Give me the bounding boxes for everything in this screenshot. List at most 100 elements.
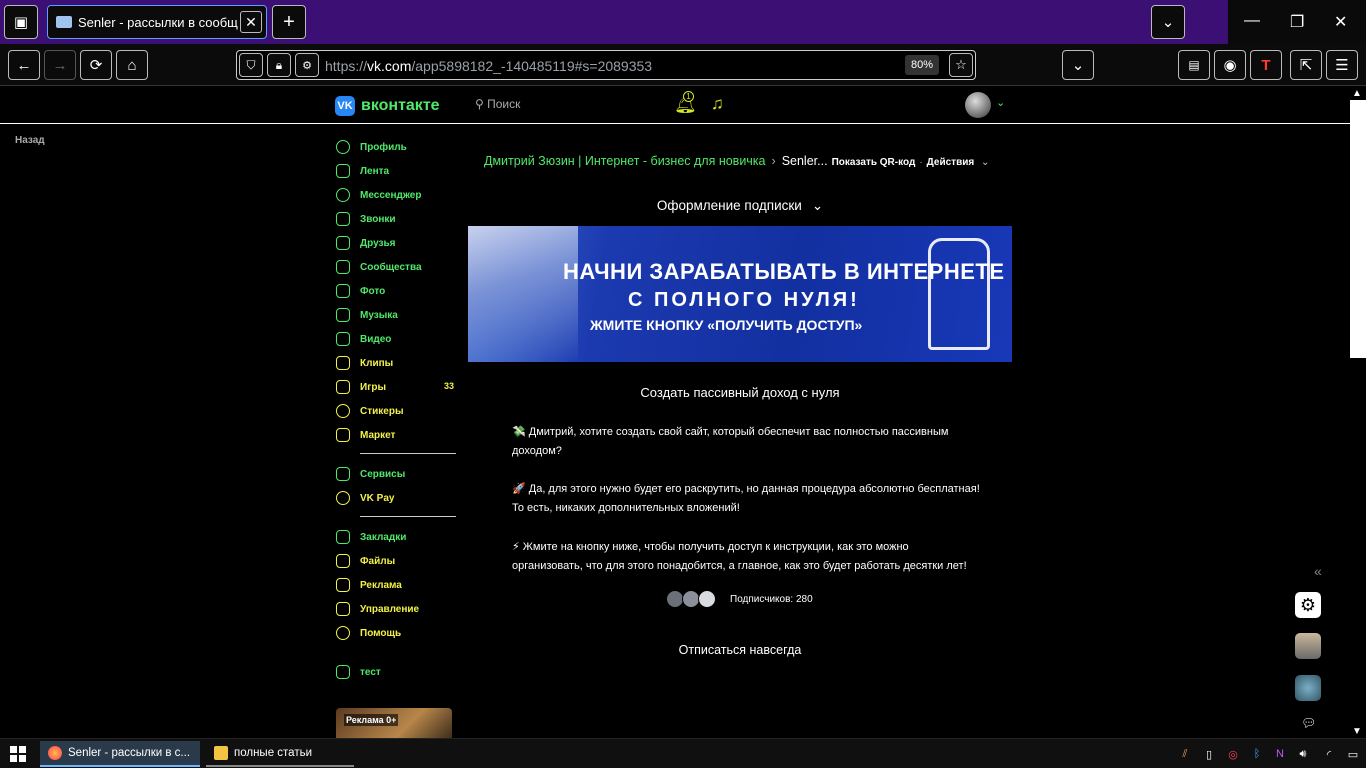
volume-icon[interactable]: 🔊︎ (1294, 745, 1312, 763)
menu-item-market[interactable]: Маркет (336, 426, 456, 444)
subscription-banner: НАЧНИ ЗАРАБАТЫВАТЬ В ИНТЕРНЕТЕ С ПОЛНОГО… (468, 226, 1012, 362)
bluetooth-icon[interactable]: ᛒ (1248, 745, 1266, 763)
reader-view-icon[interactable]: ▤ (1178, 50, 1210, 80)
pocket-icon[interactable]: ⌄ (1062, 50, 1094, 80)
menu-item-friends[interactable]: Друзья (336, 234, 456, 252)
menu-item-profile[interactable]: Профиль (336, 138, 456, 156)
menu-item-music[interactable]: Музыка (336, 306, 456, 324)
menu-item-video[interactable]: Видео (336, 330, 456, 348)
actions-chevron-icon[interactable]: ⌄ (978, 157, 989, 168)
new-tab-button[interactable]: + (272, 5, 306, 39)
clips-icon (336, 356, 350, 370)
back-button[interactable]: ← (8, 50, 40, 80)
ad-label: Реклама 0+ (344, 714, 399, 726)
tab-list-button[interactable]: ▣ (4, 5, 38, 39)
menu-item-calls[interactable]: Звонки (336, 210, 456, 228)
chevron-down-icon: ⌄ (811, 198, 824, 213)
menu-item-stickers[interactable]: Стикеры (336, 402, 456, 420)
subscribers-row: Подписчиков: 280 (666, 590, 813, 608)
description-paragraph-1: 💸 Дмитрий, хотите создать свой сайт, кот… (512, 426, 949, 457)
shield-icon[interactable]: ⛉ (239, 53, 263, 77)
chevron-down-icon[interactable]: ⌄ (996, 96, 1005, 109)
search-input[interactable]: ⚲ Поиск (475, 97, 520, 111)
menu-item-files[interactable]: Файлы (336, 552, 456, 570)
side-app-thumbnail[interactable] (1295, 633, 1321, 659)
menu-item-help[interactable]: Помощь (336, 624, 456, 642)
music-note-icon[interactable]: ♫ (711, 94, 724, 114)
friends-icon (336, 236, 350, 250)
menu-icon[interactable]: ☰ (1326, 50, 1358, 80)
menu-item-games[interactable]: Игры 33 (336, 378, 456, 396)
tray-n-icon[interactable]: N (1271, 745, 1289, 763)
windows-start-icon[interactable] (10, 746, 26, 762)
menu-item-vkpay[interactable]: VK Pay (336, 489, 456, 507)
scrollbar-thumb[interactable] (1350, 100, 1366, 358)
permissions-icon[interactable]: ⚙ (295, 53, 319, 77)
menu-item-feed[interactable]: Лента (336, 162, 456, 180)
actions-link[interactable]: Действия (927, 157, 975, 168)
avatar[interactable] (965, 92, 991, 118)
menu-item-ads[interactable]: Реклама (336, 576, 456, 594)
tray-app-icon[interactable]: ⫽ (1176, 745, 1194, 763)
games-count-badge: 33 (443, 381, 454, 391)
usb-icon[interactable]: ▯ (1200, 745, 1218, 763)
scroll-up-arrow-icon[interactable]: ▲ (1352, 88, 1362, 99)
forward-button[interactable]: → (44, 50, 76, 80)
services-icon (336, 467, 350, 481)
keyboard-hand-image (468, 226, 578, 362)
collapse-icon[interactable]: « (1314, 563, 1322, 579)
subscription-dropdown[interactable]: Оформление подписки ⌄ (468, 198, 1012, 214)
taskbar-item-firefox[interactable]: Senler - рассылки в с... (40, 741, 200, 767)
vk-logo[interactable]: VK вконтакте (335, 96, 440, 116)
notifications-badge: 1 (683, 91, 694, 102)
description-paragraph-2: 🚀 Да, для этого нужно будет его раскрути… (512, 483, 980, 514)
breadcrumb: Дмитрий Зюзин | Интернет - бизнес для но… (484, 154, 989, 168)
qr-code-link[interactable]: Показать QR-код (832, 157, 916, 168)
menu-item-clips[interactable]: Клипы (336, 354, 456, 372)
lock-icon[interactable]: 🔒︎ (267, 53, 291, 77)
ad-block[interactable]: Реклама 0+ (336, 708, 452, 740)
menu-item-test[interactable]: тест (336, 663, 456, 681)
menu-item-communities[interactable]: Сообщества (336, 258, 456, 276)
search-icon: ⚲ (475, 97, 488, 111)
breadcrumb-group-link[interactable]: Дмитрий Зюзин | Интернет - бизнес для но… (484, 154, 766, 168)
chat-bubble-icon[interactable]: 💬︎ (1301, 716, 1316, 730)
breadcrumb-app: Senler... (781, 154, 828, 168)
address-bar[interactable]: ⛉ 🔒︎ ⚙ https://vk.com/app5898182_-140485… (236, 50, 976, 80)
phone-icon (336, 212, 350, 226)
home-button[interactable]: ⌂ (116, 50, 148, 80)
account-icon[interactable]: ◉ (1214, 50, 1246, 80)
bookmark-icon (336, 530, 350, 544)
menu-item-photos[interactable]: Фото (336, 282, 456, 300)
menu-item-services[interactable]: Сервисы (336, 465, 456, 483)
description-paragraph-3: ⚡ Жмите на кнопку ниже, чтобы получить д… (512, 541, 967, 572)
extension-t-icon[interactable]: T (1250, 50, 1282, 80)
restore-icon[interactable]: ❐ (1290, 12, 1304, 32)
close-window-icon[interactable]: ✕ (1334, 12, 1347, 32)
browser-tab-active[interactable]: Senler - рассылки в сообщест ✕ (47, 5, 267, 39)
vk-logo-icon: VK (335, 96, 355, 116)
close-tab-icon[interactable]: ✕ (240, 11, 262, 33)
taskbar-item-folder[interactable]: полные статьи (206, 741, 354, 767)
unsubscribe-button[interactable]: Отписаться навсегда (468, 643, 1012, 657)
scroll-down-arrow-icon[interactable]: ▼ (1352, 726, 1362, 737)
settings-gear-icon[interactable]: ⚙ (1295, 592, 1321, 618)
browser-tab-bar: ▣ Senler - рассылки в сообщест ✕ + ⌄ — ❐… (0, 0, 1366, 44)
notifications-icon[interactable]: ▭ (1344, 745, 1362, 763)
zoom-level[interactable]: 80% (905, 55, 939, 75)
menu-item-manage[interactable]: Управление (336, 600, 456, 618)
menu-item-messenger[interactable]: Мессенджер (336, 186, 456, 204)
wifi-icon[interactable]: ◜ (1320, 745, 1338, 763)
menu-item-bookmarks[interactable]: Закладки (336, 528, 456, 546)
breadcrumb-chevron-icon: › (771, 154, 776, 168)
reload-button[interactable]: ⟳ (80, 50, 112, 80)
menu-divider (360, 516, 456, 517)
tabs-dropdown-button[interactable]: ⌄ (1151, 5, 1185, 39)
extensions-icon[interactable]: ⇱ (1290, 50, 1322, 80)
minimize-icon[interactable]: — (1244, 12, 1260, 30)
side-app-thumbnail[interactable] (1295, 675, 1321, 701)
back-link[interactable]: Назад (15, 135, 45, 146)
subscription-name: Создать пассивный доход с нуля (640, 385, 840, 400)
opera-icon[interactable]: ◎ (1224, 745, 1242, 763)
bookmark-star-icon[interactable]: ☆ (949, 53, 973, 77)
